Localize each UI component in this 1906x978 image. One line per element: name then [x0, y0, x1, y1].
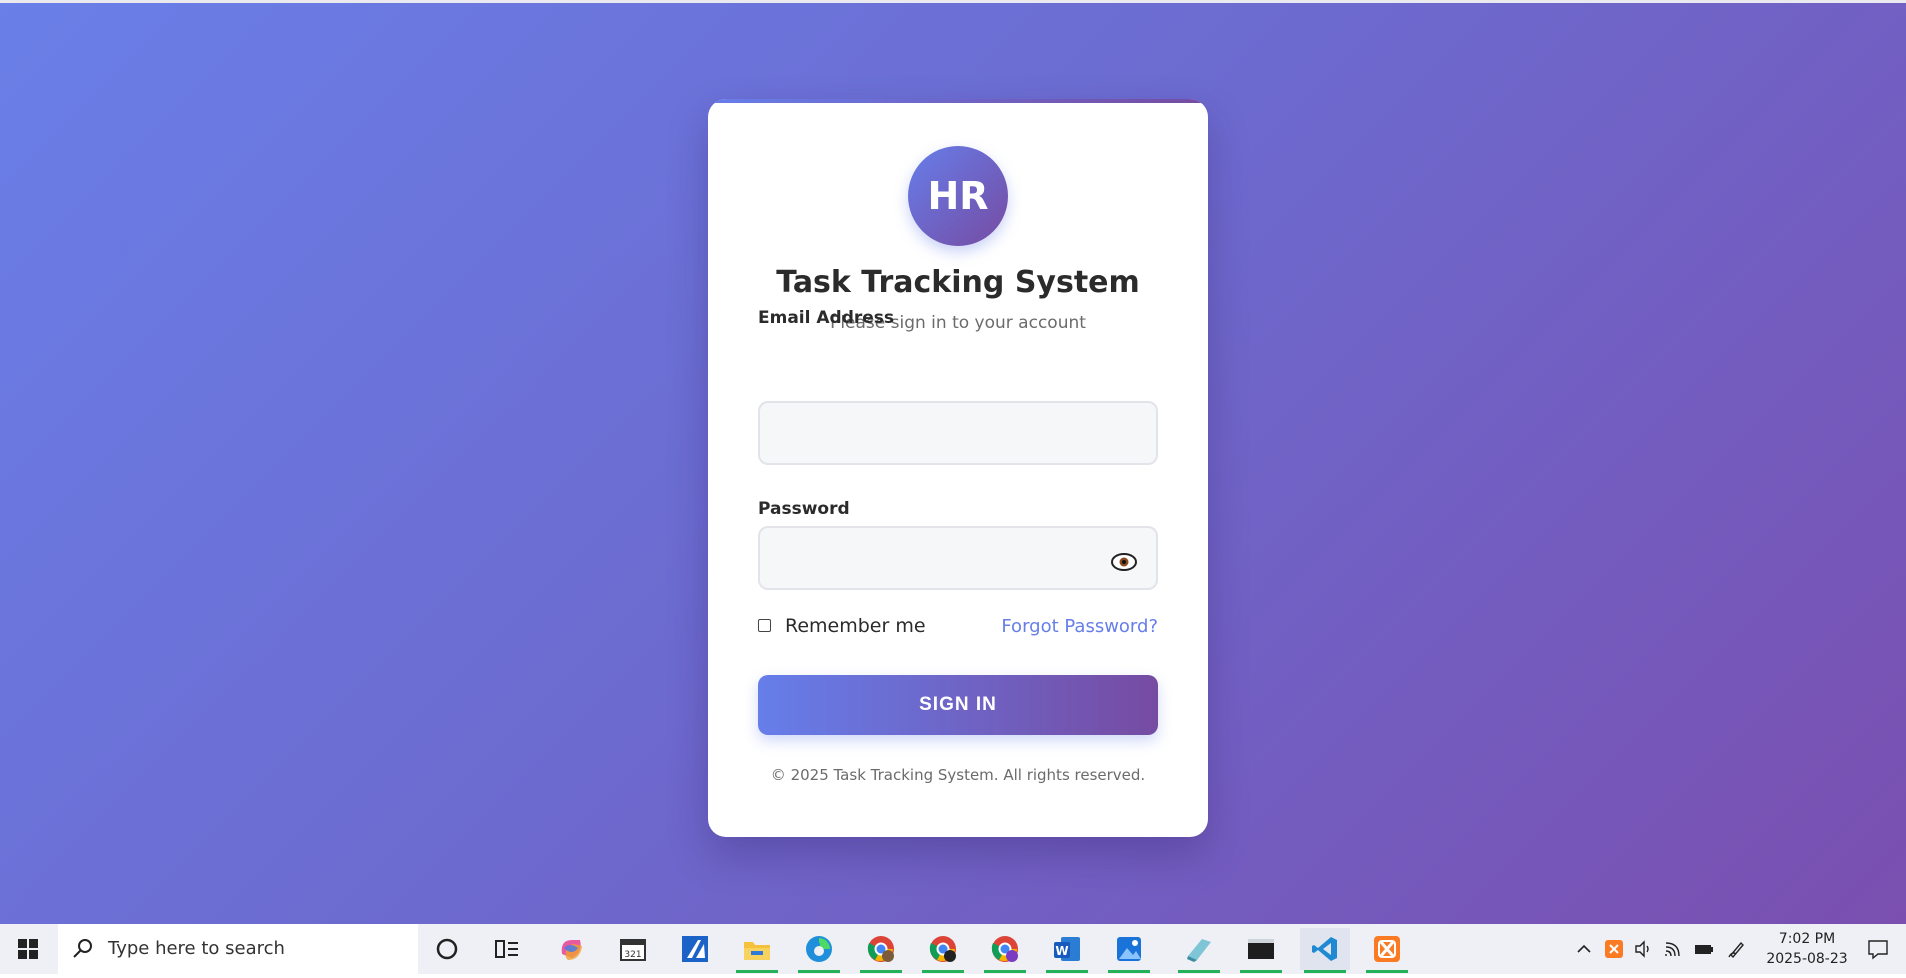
login-card: HR Task Tracking System Please sign in t…	[708, 99, 1208, 837]
pen-icon[interactable]	[1724, 924, 1750, 974]
network-icon[interactable]	[1660, 924, 1686, 974]
copyright-footer: © 2025 Task Tracking System. All rights …	[770, 766, 1146, 784]
forgot-password-link[interactable]: Forgot Password?	[1001, 616, 1158, 637]
remember-me-label[interactable]: Remember me	[785, 615, 926, 637]
taskbar-search-box[interactable]: Type here to search	[58, 924, 418, 974]
page-background: HR Task Tracking System Please sign in t…	[0, 3, 1906, 924]
password-field[interactable]	[758, 526, 1158, 590]
running-indicator	[1108, 970, 1150, 973]
show-hidden-icons-chevron-up-icon[interactable]	[1572, 924, 1596, 974]
running-indicator	[798, 970, 840, 973]
taskbar-clock[interactable]: 7:02 PM 2025-08-23	[1762, 929, 1852, 969]
chrome-profile-1-icon[interactable]	[856, 928, 906, 973]
notification-center-icon[interactable]	[1860, 924, 1896, 974]
task-view-icon[interactable]	[482, 928, 532, 970]
battery-icon[interactable]	[1690, 924, 1718, 974]
svg-text:W: W	[1055, 944, 1068, 958]
photos-icon[interactable]	[1104, 928, 1154, 973]
word-icon[interactable]: W	[1042, 928, 1092, 973]
app-a-icon[interactable]	[670, 928, 720, 970]
clock-time: 7:02 PM	[1778, 931, 1836, 947]
running-indicator	[922, 970, 964, 973]
running-indicator	[860, 970, 902, 973]
clock-date: 2025-08-23	[1766, 951, 1848, 967]
hr-logo: HR	[908, 146, 1008, 246]
windows-logo-icon	[18, 939, 38, 959]
start-button[interactable]	[0, 924, 56, 974]
media-player-icon[interactable]: 321	[608, 928, 658, 970]
cortana-icon[interactable]	[422, 928, 472, 970]
windows-taskbar: Type here to search 321 W 7:02 PM 2025-0…	[0, 924, 1906, 974]
search-placeholder: Type here to search	[108, 938, 285, 959]
editor-icon[interactable]	[1174, 928, 1224, 973]
running-indicator	[1240, 970, 1282, 973]
remember-me-checkbox[interactable]	[758, 619, 771, 632]
running-indicator	[1178, 970, 1220, 973]
svg-text:321: 321	[624, 950, 641, 960]
running-indicator	[736, 970, 778, 973]
vscode-icon[interactable]	[1300, 928, 1350, 973]
page-title: Task Tracking System	[776, 265, 1140, 300]
email-label: Email Address	[758, 308, 895, 328]
email-field[interactable]	[758, 401, 1158, 465]
chrome-profile-3-icon[interactable]	[980, 928, 1030, 973]
running-indicator	[984, 970, 1026, 973]
volume-icon[interactable]	[1630, 924, 1656, 974]
running-indicator	[1046, 970, 1088, 973]
copilot-icon[interactable]	[546, 928, 596, 970]
search-icon	[73, 939, 92, 958]
password-label: Password	[758, 499, 850, 519]
chrome-profile-2-icon[interactable]	[918, 928, 968, 973]
running-indicator	[1366, 970, 1408, 973]
card-accent-bar	[708, 99, 1208, 103]
terminal-icon[interactable]	[1236, 928, 1286, 973]
running-indicator	[1304, 970, 1346, 973]
toggle-password-eye-icon[interactable]	[1108, 546, 1140, 578]
file-explorer-icon[interactable]	[732, 928, 782, 973]
sign-in-button[interactable]: SIGN IN	[758, 675, 1158, 735]
xampp-tray-icon[interactable]	[1600, 924, 1628, 974]
edge-icon[interactable]	[794, 928, 844, 973]
xampp-icon[interactable]	[1362, 928, 1412, 973]
